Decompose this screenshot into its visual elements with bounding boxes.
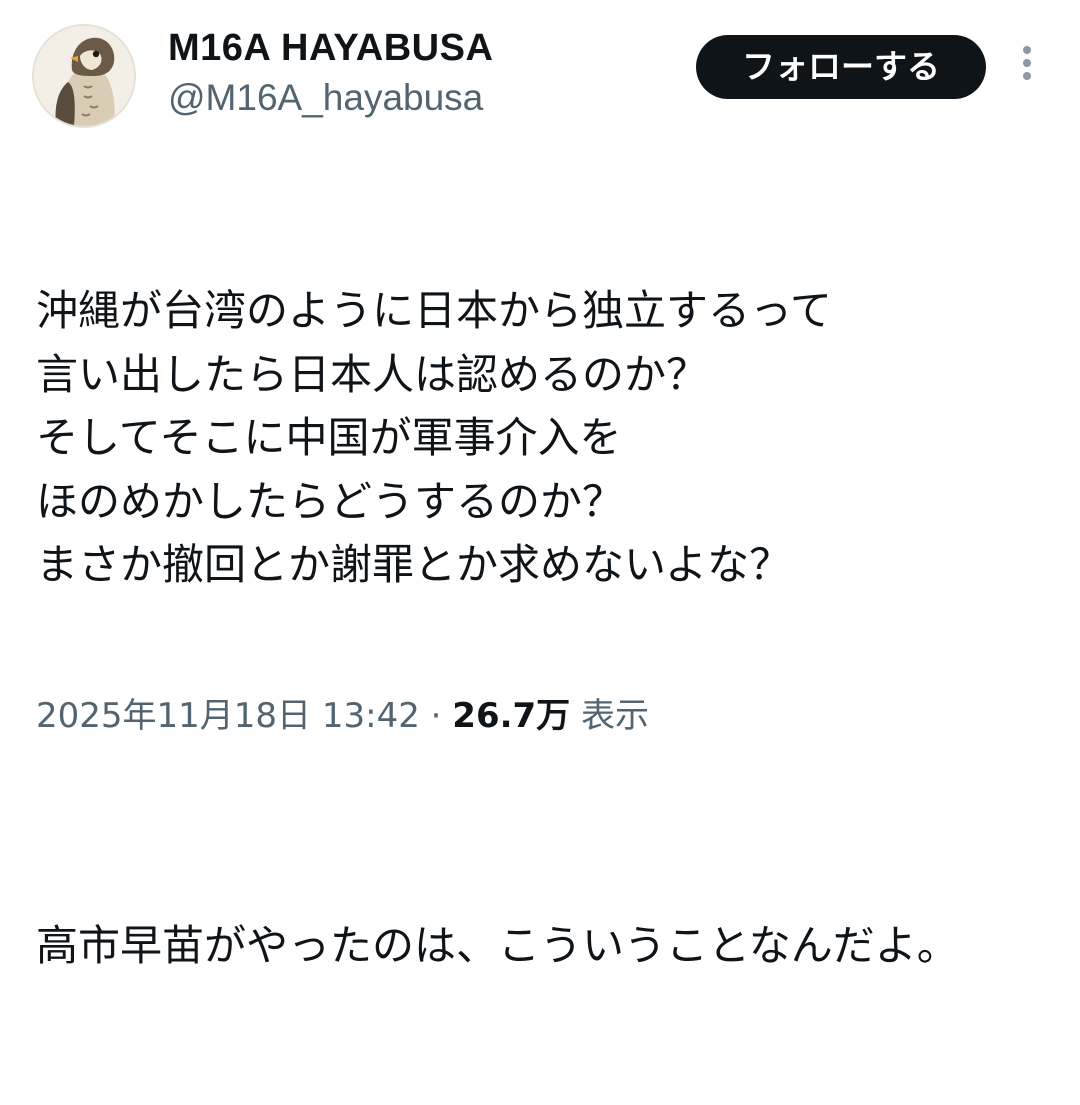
tweet-text: 沖縄が台湾のように日本から独立するって 言い出したら日本人は認めるのか？ そして… xyxy=(36,152,1046,1105)
dot-icon xyxy=(1023,59,1031,67)
follow-button[interactable]: フォローする xyxy=(696,35,986,99)
author-handle[interactable]: @M16A_hayabusa xyxy=(168,76,483,120)
tweet-card: M16A HAYABUSA @M16A_hayabusa フォローする 沖縄が台… xyxy=(0,0,1080,970)
meta-separator: · xyxy=(430,696,442,736)
more-vertical-icon[interactable] xyxy=(1016,46,1038,88)
author-display-name[interactable]: M16A HAYABUSA xyxy=(168,26,493,70)
timestamp-link[interactable]: 2025年11月18日 13:42 xyxy=(36,696,420,736)
tweet-meta: 2025年11月18日 13:42 · 26.7万 表示 xyxy=(36,688,649,744)
tweet-paragraph: 高市早苗がやったのは、こういうことなんだよ。 xyxy=(36,921,959,970)
dot-icon xyxy=(1023,72,1031,80)
falcon-avatar-icon xyxy=(34,26,134,126)
avatar[interactable] xyxy=(32,24,136,128)
views-count: 26.7万 xyxy=(452,696,571,736)
dot-icon xyxy=(1023,46,1031,54)
tweet-paragraph: 沖縄が台湾のように日本から独立するって 言い出したら日本人は認めるのか？ そして… xyxy=(36,286,832,589)
views-label: 表示 xyxy=(581,696,649,736)
